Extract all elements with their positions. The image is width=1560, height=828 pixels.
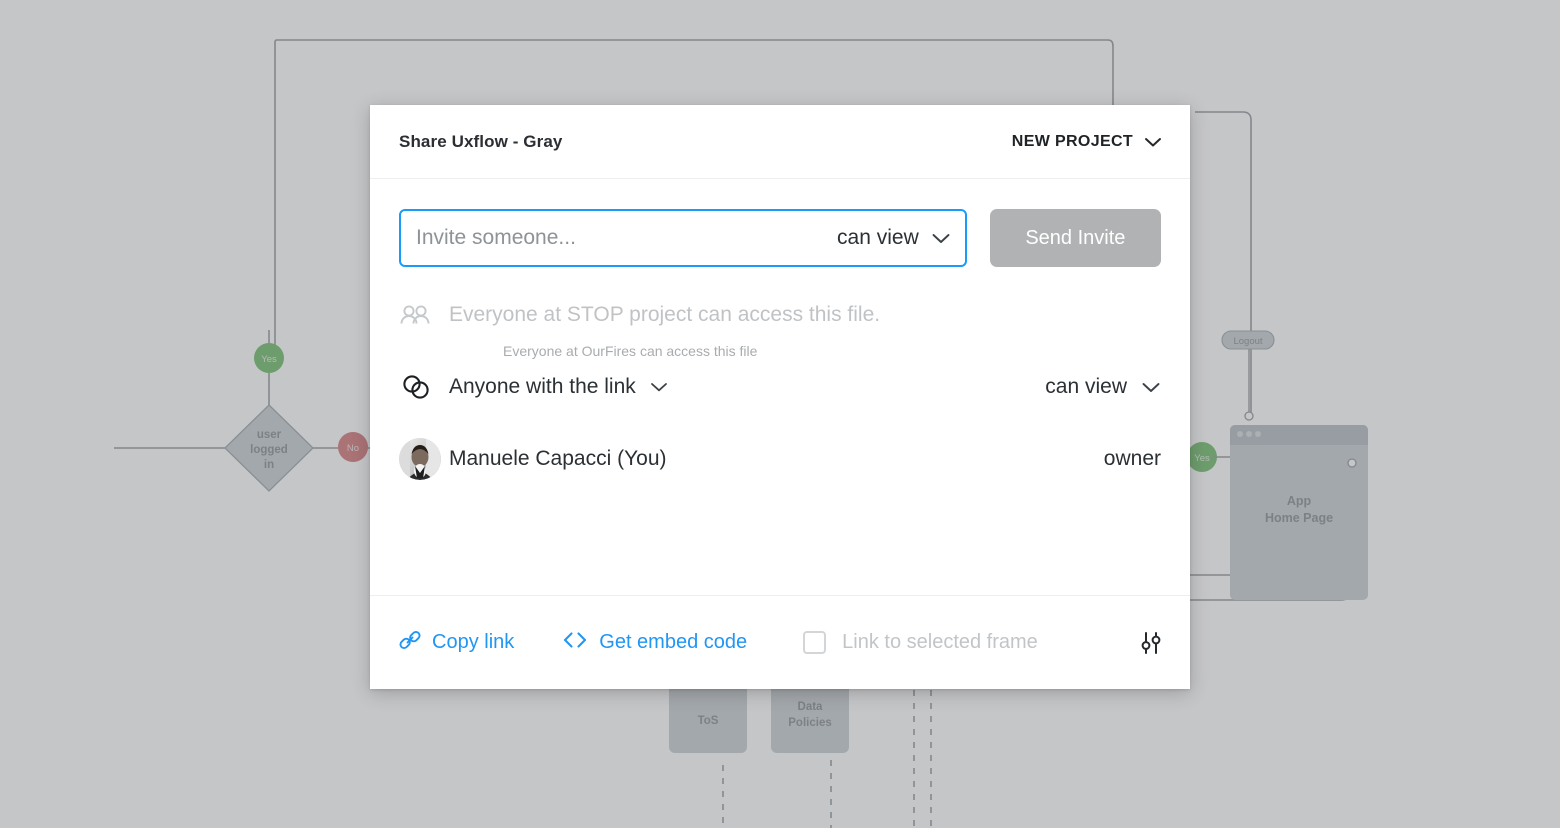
invite-permission-select[interactable]: can view xyxy=(827,226,951,250)
link-to-selected-frame-checkbox[interactable] xyxy=(803,631,827,654)
project-switcher-label: NEW PROJECT xyxy=(1011,132,1133,150)
share-settings-button[interactable] xyxy=(1138,629,1164,657)
decision-user-logged-in: user logged in xyxy=(224,404,314,492)
project-switcher[interactable]: NEW PROJECT xyxy=(1012,133,1162,151)
invite-permission-label: can view xyxy=(837,226,919,249)
anyone-with-link-label: Anyone with the link xyxy=(449,375,636,398)
avatar xyxy=(399,438,449,480)
access-row-anyone-with-link[interactable]: Anyone with the link can view xyxy=(399,358,1161,416)
badge-yes-top: Yes xyxy=(254,343,284,373)
invite-input[interactable] xyxy=(416,226,828,250)
link-to-selected-frame-option[interactable]: Link to selected frame xyxy=(803,631,1038,654)
decision-label-line1: user xyxy=(257,429,282,441)
access-row-owner: Manuele Capacci (You) owner xyxy=(399,430,1161,488)
frame-label-line2: Home Page xyxy=(1265,511,1333,525)
card-data-policies-label2: Policies xyxy=(788,717,831,729)
svg-text:No: No xyxy=(347,443,359,454)
invite-field-wrapper: can view xyxy=(399,209,967,267)
owner-name: Manuele Capacci (You) xyxy=(449,447,667,470)
people-icon xyxy=(399,303,449,327)
code-brackets-icon xyxy=(562,630,588,656)
decision-label-line2: logged xyxy=(250,444,288,456)
chevron-down-icon xyxy=(931,232,951,245)
link-circles-icon xyxy=(399,372,449,402)
chain-link-icon xyxy=(399,629,421,657)
chevron-down-icon xyxy=(1144,136,1162,148)
send-invite-button[interactable]: Send Invite xyxy=(989,209,1161,267)
svg-text:Yes: Yes xyxy=(1194,453,1210,464)
get-embed-code-button[interactable]: Get embed code xyxy=(562,630,747,656)
frame-label-line1: App xyxy=(1287,494,1312,508)
svg-text:Logout: Logout xyxy=(1233,336,1262,347)
chevron-down-icon xyxy=(650,381,668,393)
anyone-with-link-trigger[interactable]: Anyone with the link xyxy=(449,375,668,399)
card-tos-label: ToS xyxy=(698,715,719,727)
access-row-organization[interactable]: Everyone at STOP project can access this… xyxy=(399,286,1161,344)
access-list: Everyone at STOP project can access this… xyxy=(399,286,1161,488)
share-dialog: Share Uxflow - Gray NEW PROJECT can view xyxy=(370,105,1190,689)
frame-app-home-page: App Home Page xyxy=(1230,425,1368,600)
organization-access-label: Everyone at STOP project can access this… xyxy=(449,303,881,326)
share-dialog-footer: Copy link Get embed code Link to selecte… xyxy=(370,595,1190,689)
card-data-policies-label1: Data xyxy=(798,701,824,713)
org-access-hint: Everyone at OurFires can access this fil… xyxy=(503,343,758,359)
badge-yes-right: Yes xyxy=(1187,442,1217,472)
anyone-with-link-permission-select[interactable]: can view xyxy=(1045,375,1161,399)
pill-logout: Logout xyxy=(1221,330,1275,350)
card-tos: ToS xyxy=(669,683,747,753)
invite-row: can view Send Invite xyxy=(399,209,1161,267)
badge-no: No xyxy=(338,432,368,462)
sliders-icon xyxy=(1138,631,1164,661)
chevron-down-icon xyxy=(1141,381,1161,394)
share-dialog-header: Share Uxflow - Gray NEW PROJECT xyxy=(370,105,1190,179)
svg-text:Yes: Yes xyxy=(261,354,277,365)
connector-right-frame-top xyxy=(1195,111,1252,415)
page-title: Share Uxflow - Gray xyxy=(399,131,563,151)
get-embed-code-label: Get embed code xyxy=(599,631,748,653)
copy-link-button[interactable]: Copy link xyxy=(399,629,514,657)
share-dialog-body: can view Send Invite Everyone at OurFire… xyxy=(370,179,1190,595)
connector-dot-logout xyxy=(1244,411,1254,421)
card-data-policies: Data Policies xyxy=(771,683,849,753)
owner-permission-label: owner xyxy=(1103,447,1161,470)
copy-link-label: Copy link xyxy=(432,631,515,653)
anyone-with-link-permission-label: can view xyxy=(1045,375,1127,398)
connector-dot-frame xyxy=(1347,458,1357,468)
link-to-selected-frame-label: Link to selected frame xyxy=(842,631,1038,653)
decision-label-line3: in xyxy=(264,459,274,471)
